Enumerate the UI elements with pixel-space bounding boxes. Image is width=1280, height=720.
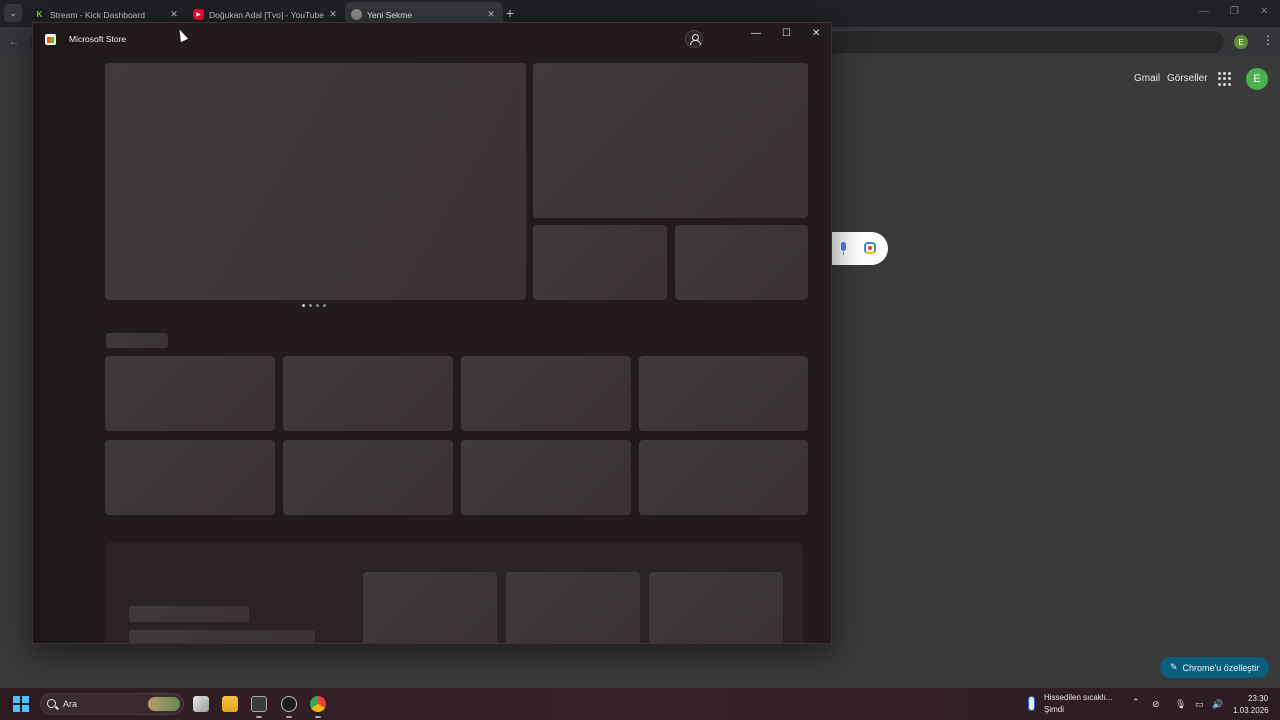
app-card-placeholder: [639, 440, 808, 515]
task-view-icon[interactable]: [193, 696, 209, 712]
microsoft-store-icon: [45, 34, 56, 45]
google-search-box[interactable]: [832, 232, 888, 265]
youtube-icon: ▶: [193, 9, 204, 20]
search-highlight-image: [148, 697, 180, 711]
tab-title: Doğukan Adal [Tvo] - YouTube: [209, 9, 324, 20]
microphone-tray-icon[interactable]: 🎙: [1175, 699, 1186, 710]
tab-search-button[interactable]: ⌄: [4, 4, 22, 22]
app-card-placeholder: [639, 356, 808, 431]
weather-time-text: Şimdi: [1044, 705, 1065, 714]
chevron-up-icon[interactable]: ⌃: [1132, 697, 1140, 708]
windows-start-icon[interactable]: [13, 696, 29, 712]
obs-icon[interactable]: [281, 696, 297, 712]
store-window-title: Microsoft Store: [69, 34, 127, 44]
close-icon[interactable]: ✕: [485, 9, 497, 20]
weather-thermometer-icon[interactable]: [1028, 696, 1035, 711]
active-indicator: [256, 716, 262, 718]
minimize-icon[interactable]: —: [751, 28, 761, 39]
minimize-icon[interactable]: —: [1199, 6, 1209, 17]
close-icon[interactable]: ✕: [327, 9, 339, 20]
images-link[interactable]: Görseller: [1167, 73, 1208, 84]
app-tile-placeholder: [363, 572, 497, 643]
close-icon[interactable]: ✕: [168, 9, 180, 20]
google-apps-icon[interactable]: [1218, 72, 1232, 86]
app-tile-placeholder: [506, 572, 640, 643]
app-card-placeholder: [461, 440, 631, 515]
store-title-bar: Microsoft Store — ☐ ✕: [33, 23, 831, 55]
section-title-placeholder: [106, 333, 168, 348]
text-placeholder: [129, 630, 315, 643]
kebab-menu-icon[interactable]: ⋮: [1262, 33, 1274, 47]
app-card-placeholder: [461, 356, 631, 431]
app-card-placeholder: [105, 440, 275, 515]
pencil-icon: ✎: [1170, 662, 1178, 672]
search-icon: [47, 699, 56, 708]
gmail-link[interactable]: Gmail: [1134, 73, 1160, 84]
profile-button[interactable]: E: [1234, 35, 1248, 49]
new-tab-button[interactable]: +: [506, 5, 514, 21]
chevron-down-icon: ⌄: [9, 7, 17, 18]
featured-small-placeholder: [675, 225, 808, 300]
close-window-icon[interactable]: ✕: [1260, 6, 1268, 17]
text-placeholder: [129, 606, 249, 622]
featured-placeholder: [533, 63, 808, 218]
app-tile-placeholder: [649, 572, 783, 643]
taskbar: Ara Hissedilen sıcaklı... Şimdi ⌃ ⊘ 🎙 ▭ …: [0, 688, 1280, 720]
chrome-icon: [351, 9, 362, 20]
search-label: Ara: [63, 699, 78, 709]
microsoft-store-taskbar-icon[interactable]: [251, 696, 267, 712]
microphone-icon[interactable]: [841, 242, 846, 255]
google-lens-icon[interactable]: [864, 242, 876, 254]
account-icon[interactable]: [685, 30, 703, 48]
taskbar-search[interactable]: Ara: [40, 693, 184, 715]
customize-chrome-label: Chrome'u özelleştir: [1182, 662, 1260, 673]
active-indicator: [315, 716, 321, 718]
close-icon[interactable]: ✕: [812, 28, 820, 39]
tab-title: Yeni Sekme: [367, 9, 413, 20]
active-indicator: [286, 716, 292, 718]
collection-panel-placeholder: [105, 542, 803, 643]
app-card-placeholder: [105, 356, 275, 431]
chrome-taskbar-icon[interactable]: [310, 696, 326, 712]
back-arrow-icon[interactable]: ←: [8, 34, 20, 48]
maximize-icon[interactable]: ☐: [782, 28, 791, 39]
kick-icon: K: [34, 9, 45, 20]
account-avatar[interactable]: E: [1246, 68, 1268, 90]
tab-title: Stream - Kick Dashboard: [50, 9, 145, 20]
app-card-placeholder: [283, 440, 453, 515]
clock-date[interactable]: 1.03.2026: [1233, 706, 1269, 715]
carousel-dots[interactable]: [302, 304, 326, 307]
volume-icon[interactable]: 🔊: [1212, 699, 1223, 710]
network-off-icon[interactable]: ⊘: [1152, 699, 1160, 710]
customize-chrome-button[interactable]: ✎ Chrome'u özelleştir: [1160, 657, 1270, 678]
hero-placeholder: [105, 63, 526, 300]
app-card-placeholder: [283, 356, 453, 431]
microsoft-store-window: Microsoft Store — ☐ ✕: [32, 22, 832, 644]
restore-icon[interactable]: ❐: [1230, 6, 1239, 17]
weather-text[interactable]: Hissedilen sıcaklı...: [1044, 693, 1112, 702]
file-explorer-icon[interactable]: [222, 696, 238, 712]
store-nav-rail: [33, 23, 81, 643]
clock-time[interactable]: 23:30: [1248, 694, 1268, 703]
display-icon[interactable]: ▭: [1195, 699, 1204, 710]
featured-small-placeholder: [533, 225, 667, 300]
